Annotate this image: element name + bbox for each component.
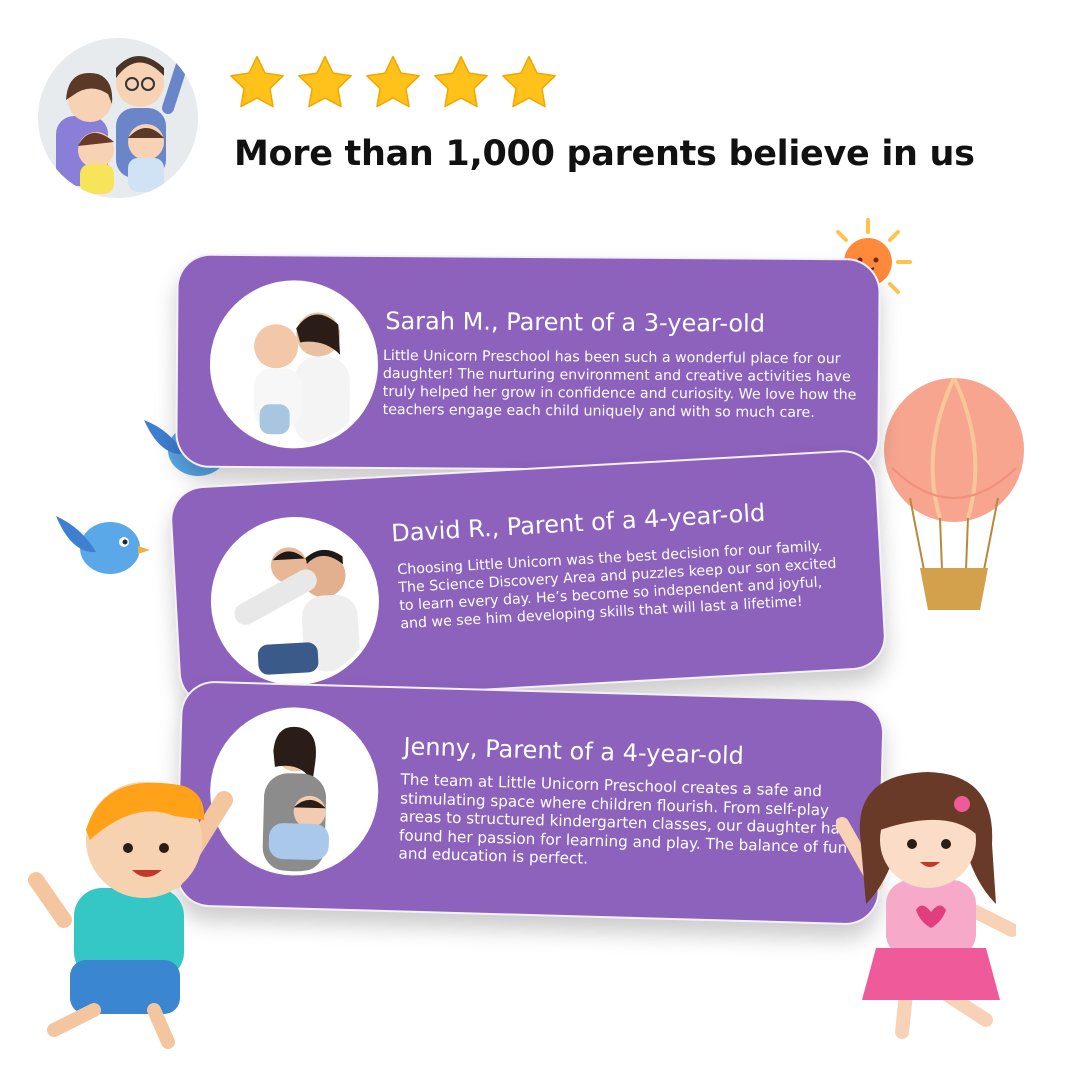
testimonial-card: Jenny, Parent of a 4-year-old The team a… <box>174 680 886 926</box>
star-icon <box>230 55 284 108</box>
headline: More than 1,000 parents believe in us <box>234 134 975 174</box>
parent-photo <box>206 512 384 690</box>
star-icon <box>298 55 352 108</box>
testimonial-card: David R., Parent of a 4-year-old Choosin… <box>168 448 888 708</box>
testimonial-text: Little Unicorn Preschool has been such a… <box>382 347 857 422</box>
star-icon <box>366 55 420 108</box>
testimonial-card: Sarah M., Parent of a 3-year-old Little … <box>175 253 881 473</box>
family-illustration <box>38 38 198 198</box>
star-icon <box>434 55 488 108</box>
testimonial-name: Jenny, Parent of a 4-year-old <box>403 732 745 770</box>
girl-illustration <box>836 772 1016 1039</box>
rating-stars <box>225 52 561 114</box>
testimonial-name: Sarah M., Parent of a 3-year-old <box>385 307 766 338</box>
boy-illustration <box>28 782 233 1049</box>
testimonial-text: Choosing Little Unicorn was the best dec… <box>396 538 837 633</box>
star-icon <box>502 55 556 108</box>
bird-illustration <box>56 516 150 574</box>
testimonial-name: David R., Parent of a 4-year-old <box>390 498 766 548</box>
testimonial-text: The team at Little Unicorn Preschool cre… <box>398 770 848 868</box>
hot-air-balloon-illustration <box>884 378 1024 610</box>
parent-photo <box>209 279 379 449</box>
